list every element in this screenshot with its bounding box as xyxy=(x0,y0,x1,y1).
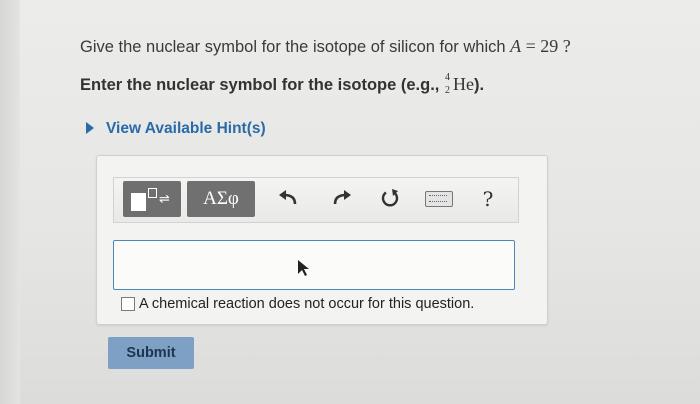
mouse-cursor-icon xyxy=(298,260,309,276)
left-edge xyxy=(0,0,20,404)
instruction-label: Enter the nuclear symbol for the isotope… xyxy=(80,76,444,94)
example-isotope-numbers: 42 xyxy=(444,72,453,96)
question-value: = 29 ? xyxy=(521,36,571,56)
question-variable: A xyxy=(510,36,522,56)
example-mass-number: 4 xyxy=(444,72,450,83)
redo-icon xyxy=(333,190,351,205)
expand-triangle-icon xyxy=(86,122,94,134)
instruction-suffix: ). xyxy=(473,76,485,94)
answer-input[interactable] xyxy=(113,240,515,290)
keyboard-button[interactable] xyxy=(422,181,456,217)
no-reaction-checkbox[interactable] xyxy=(121,297,135,311)
view-hints-label: View Available Hint(s) xyxy=(106,120,266,137)
no-reaction-option: A chemical reaction does not occur for t… xyxy=(121,296,474,312)
no-reaction-label: A chemical reaction does not occur for t… xyxy=(139,296,475,312)
superscript-box-icon xyxy=(148,188,157,198)
equilibrium-arrows-icon: ⇌ xyxy=(159,192,170,207)
redo-button[interactable] xyxy=(327,181,357,217)
reset-button[interactable] xyxy=(375,181,405,217)
submit-button[interactable]: Submit xyxy=(108,337,194,369)
templates-button[interactable]: ⇌ xyxy=(123,181,181,217)
example-atomic-number: 2 xyxy=(444,85,450,96)
keyboard-icon xyxy=(425,191,453,207)
question-text: Give the nuclear symbol for the isotope … xyxy=(80,36,571,57)
undo-icon xyxy=(279,190,297,205)
question-prefix: Give the nuclear symbol for the isotope … xyxy=(80,38,511,56)
greek-letters-button[interactable]: ΑΣφ xyxy=(187,181,255,217)
example-element-symbol: He xyxy=(452,74,474,94)
reset-icon xyxy=(381,189,399,207)
templates-icon xyxy=(131,193,146,211)
view-hints-link[interactable]: View Available Hint(s) xyxy=(86,120,266,138)
help-button[interactable]: ? xyxy=(477,181,499,217)
instruction-text: Enter the nuclear symbol for the isotope… xyxy=(80,72,485,96)
undo-button[interactable] xyxy=(273,181,303,217)
